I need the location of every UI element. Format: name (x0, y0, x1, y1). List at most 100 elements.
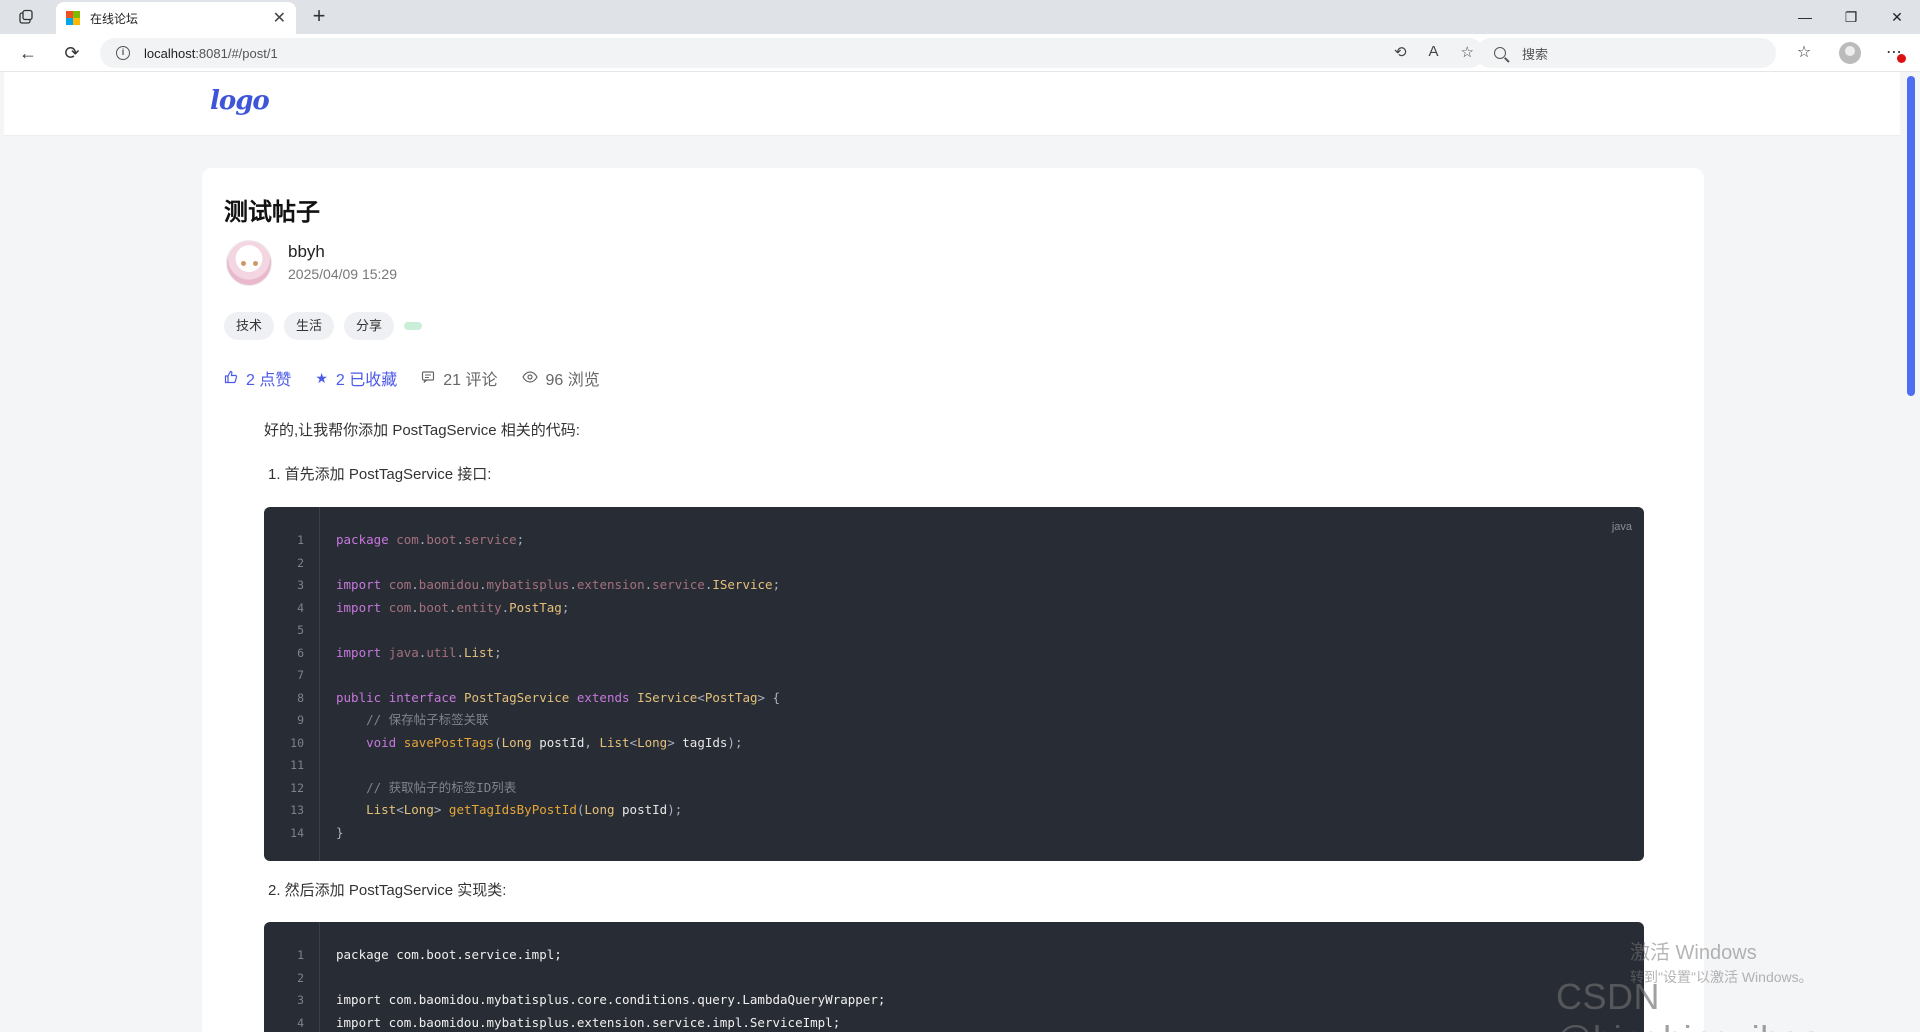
csdn-watermark: CSDN @bingbingyihao (1556, 976, 1821, 1032)
code-line: 9 // 保存帖子标签关联 (264, 709, 1644, 732)
code-line: 1 package com.boot.service; (264, 529, 1644, 552)
post-stats: 2 点赞 ★ 2 已收藏 21 评论 96 浏览 (224, 366, 600, 390)
code-line: 14} (264, 822, 1644, 845)
url-path: :8081/#/post/1 (195, 45, 278, 61)
tab-title: 在线论坛 (90, 11, 139, 26)
browser-search-input[interactable]: 搜索 (1476, 38, 1776, 68)
line-number: 8 (297, 690, 304, 705)
content-step-heading: 1. 首先添加 PostTagService 接口: (268, 466, 492, 483)
post-title: 测试帖子 (224, 199, 320, 226)
more-menu-button[interactable]: ⋯ (1880, 39, 1908, 67)
content-step-heading: 2. 然后添加 PostTagService 实现类: (268, 882, 507, 899)
code-line: 12 // 获取帖子的标签ID列表 (264, 777, 1644, 800)
site-info-icon[interactable]: i (116, 46, 130, 60)
line-number: 3 (297, 993, 304, 1007)
star-icon: ★ (315, 369, 328, 386)
line-number: 7 (297, 668, 304, 682)
line-number: 9 (297, 713, 304, 727)
tab-actions-icon[interactable] (10, 6, 42, 28)
content-paragraph: 好的,让我帮你添加 PostTagService 相关的代码: (264, 422, 580, 439)
tag-color-indicator (404, 322, 423, 330)
new-tab-button[interactable]: + (306, 4, 332, 30)
scrollbar-thumb[interactable] (1907, 76, 1915, 396)
line-number: 6 (297, 645, 304, 660)
line-number: 3 (297, 578, 304, 592)
code-line: 2 (264, 967, 1644, 990)
minimize-button[interactable]: — (1782, 0, 1828, 34)
tag-item[interactable]: 分享 (344, 312, 395, 340)
profile-button[interactable] (1836, 39, 1864, 67)
line-number: 1 (297, 533, 304, 547)
post-date: 2025/04/09 15:29 (288, 266, 397, 282)
code-line: 10 void savePostTags(Long postId, List<L… (264, 732, 1644, 755)
url-host: localhost (144, 45, 196, 61)
code-line: 1 package com.boot.service.impl; (264, 944, 1644, 967)
code-line: 3 import com.baomidou.mybatisplus.extensi… (264, 574, 1644, 597)
back-button[interactable]: ← (14, 39, 42, 67)
line-number: 4 (297, 1015, 304, 1030)
close-tab-icon[interactable]: ✕ (273, 8, 286, 28)
comment-button[interactable]: 21 评论 (421, 366, 498, 390)
favorites-icon[interactable]: ☆ (1790, 39, 1818, 67)
favorite-count: 2 已收藏 (335, 372, 398, 389)
code-text: import java.util.List; (336, 644, 502, 660)
browser-tab-active[interactable]: 在线论坛 ✕ (56, 2, 296, 34)
comment-icon (421, 370, 435, 387)
thumbs-up-icon (224, 370, 238, 387)
like-count: 2 点赞 (246, 372, 292, 389)
code-line: 11 (264, 754, 1644, 777)
code-lines: 1 package com.boot.service; 2 3 import com.b… (264, 529, 1644, 844)
favorite-button[interactable]: ★ 2 已收藏 (315, 366, 397, 390)
line-number: 1 (297, 948, 304, 962)
line-number: 5 (297, 623, 304, 637)
code-text: package com.boot.service.impl; (336, 947, 562, 962)
author-name[interactable]: bbyh (288, 242, 325, 262)
eye-icon (521, 370, 538, 386)
notification-badge (1897, 54, 1906, 63)
code-line: 4 import com.boot.entity.PostTag; (264, 597, 1644, 620)
comment-count: 21 评论 (443, 372, 498, 389)
refresh-button[interactable]: ⟳ (58, 39, 86, 67)
tag-item[interactable]: 生活 (284, 312, 335, 340)
search-placeholder: 搜索 (1522, 46, 1549, 62)
code-text: void savePostTags(Long postId, List<Long… (366, 734, 743, 750)
translate-icon[interactable]: ⟲ (1394, 43, 1407, 61)
line-number: 2 (297, 555, 304, 570)
read-aloud-icon[interactable]: A (1429, 43, 1439, 61)
url-field[interactable]: i localhost:8081/#/post/1 ⟲ A ☆ (100, 38, 1484, 68)
code-line: 7 (264, 664, 1644, 687)
line-number: 4 (297, 600, 304, 615)
code-text: import com.baomidou.mybatisplus.core.con… (336, 992, 886, 1007)
code-block: java 1 package com.boot.service; 2 3 import … (264, 507, 1644, 861)
favorite-star-icon[interactable]: ☆ (1461, 43, 1474, 61)
code-line: 3 import com.baomidou.mybatisplus.core.co… (264, 989, 1644, 1012)
browser-tab-bar: 在线论坛 ✕ + — ❐ ✕ (0, 0, 1920, 34)
code-lines: 1 package com.boot.service.impl; 2 3 import … (264, 944, 1644, 1032)
close-window-button[interactable]: ✕ (1874, 0, 1920, 34)
code-text: package com.boot.service; (336, 532, 525, 547)
site-favicon-icon (66, 11, 80, 25)
site-header: logo (4, 72, 1900, 136)
tag-item[interactable]: 技术 (224, 312, 275, 340)
line-number: 13 (290, 803, 304, 817)
url-text: localhost:8081/#/post/1 (144, 46, 278, 61)
code-text: import com.baomidou.mybatisplus.extensio… (336, 1014, 841, 1030)
restore-button[interactable]: ❐ (1828, 0, 1874, 34)
site-logo[interactable]: logo (210, 86, 270, 116)
code-text: } (336, 824, 344, 840)
code-text: List<Long> getTagIdsByPostId(Long postId… (366, 802, 683, 817)
author-avatar[interactable] (226, 240, 272, 286)
like-button[interactable]: 2 点赞 (224, 366, 291, 390)
view-count: 96 浏览 (545, 372, 600, 389)
post-card: 测试帖子 bbyh 2025/04/09 15:29 技术 生活 分享 2 点赞… (202, 168, 1704, 1032)
view-count-item: 96 浏览 (521, 366, 600, 390)
page-scrollbar[interactable] (1906, 74, 1916, 1024)
code-text: public interface PostTagService extends … (336, 689, 781, 705)
line-number: 12 (290, 780, 304, 795)
address-bar-row: ← ⟳ i localhost:8081/#/post/1 ⟲ A ☆ 搜索 ☆… (0, 34, 1920, 72)
code-line: 2 (264, 552, 1644, 575)
post-tags: 技术 生活 分享 (224, 312, 423, 340)
profile-avatar-icon (1839, 42, 1861, 64)
code-line: 5 (264, 619, 1644, 642)
line-number: 11 (290, 758, 304, 772)
